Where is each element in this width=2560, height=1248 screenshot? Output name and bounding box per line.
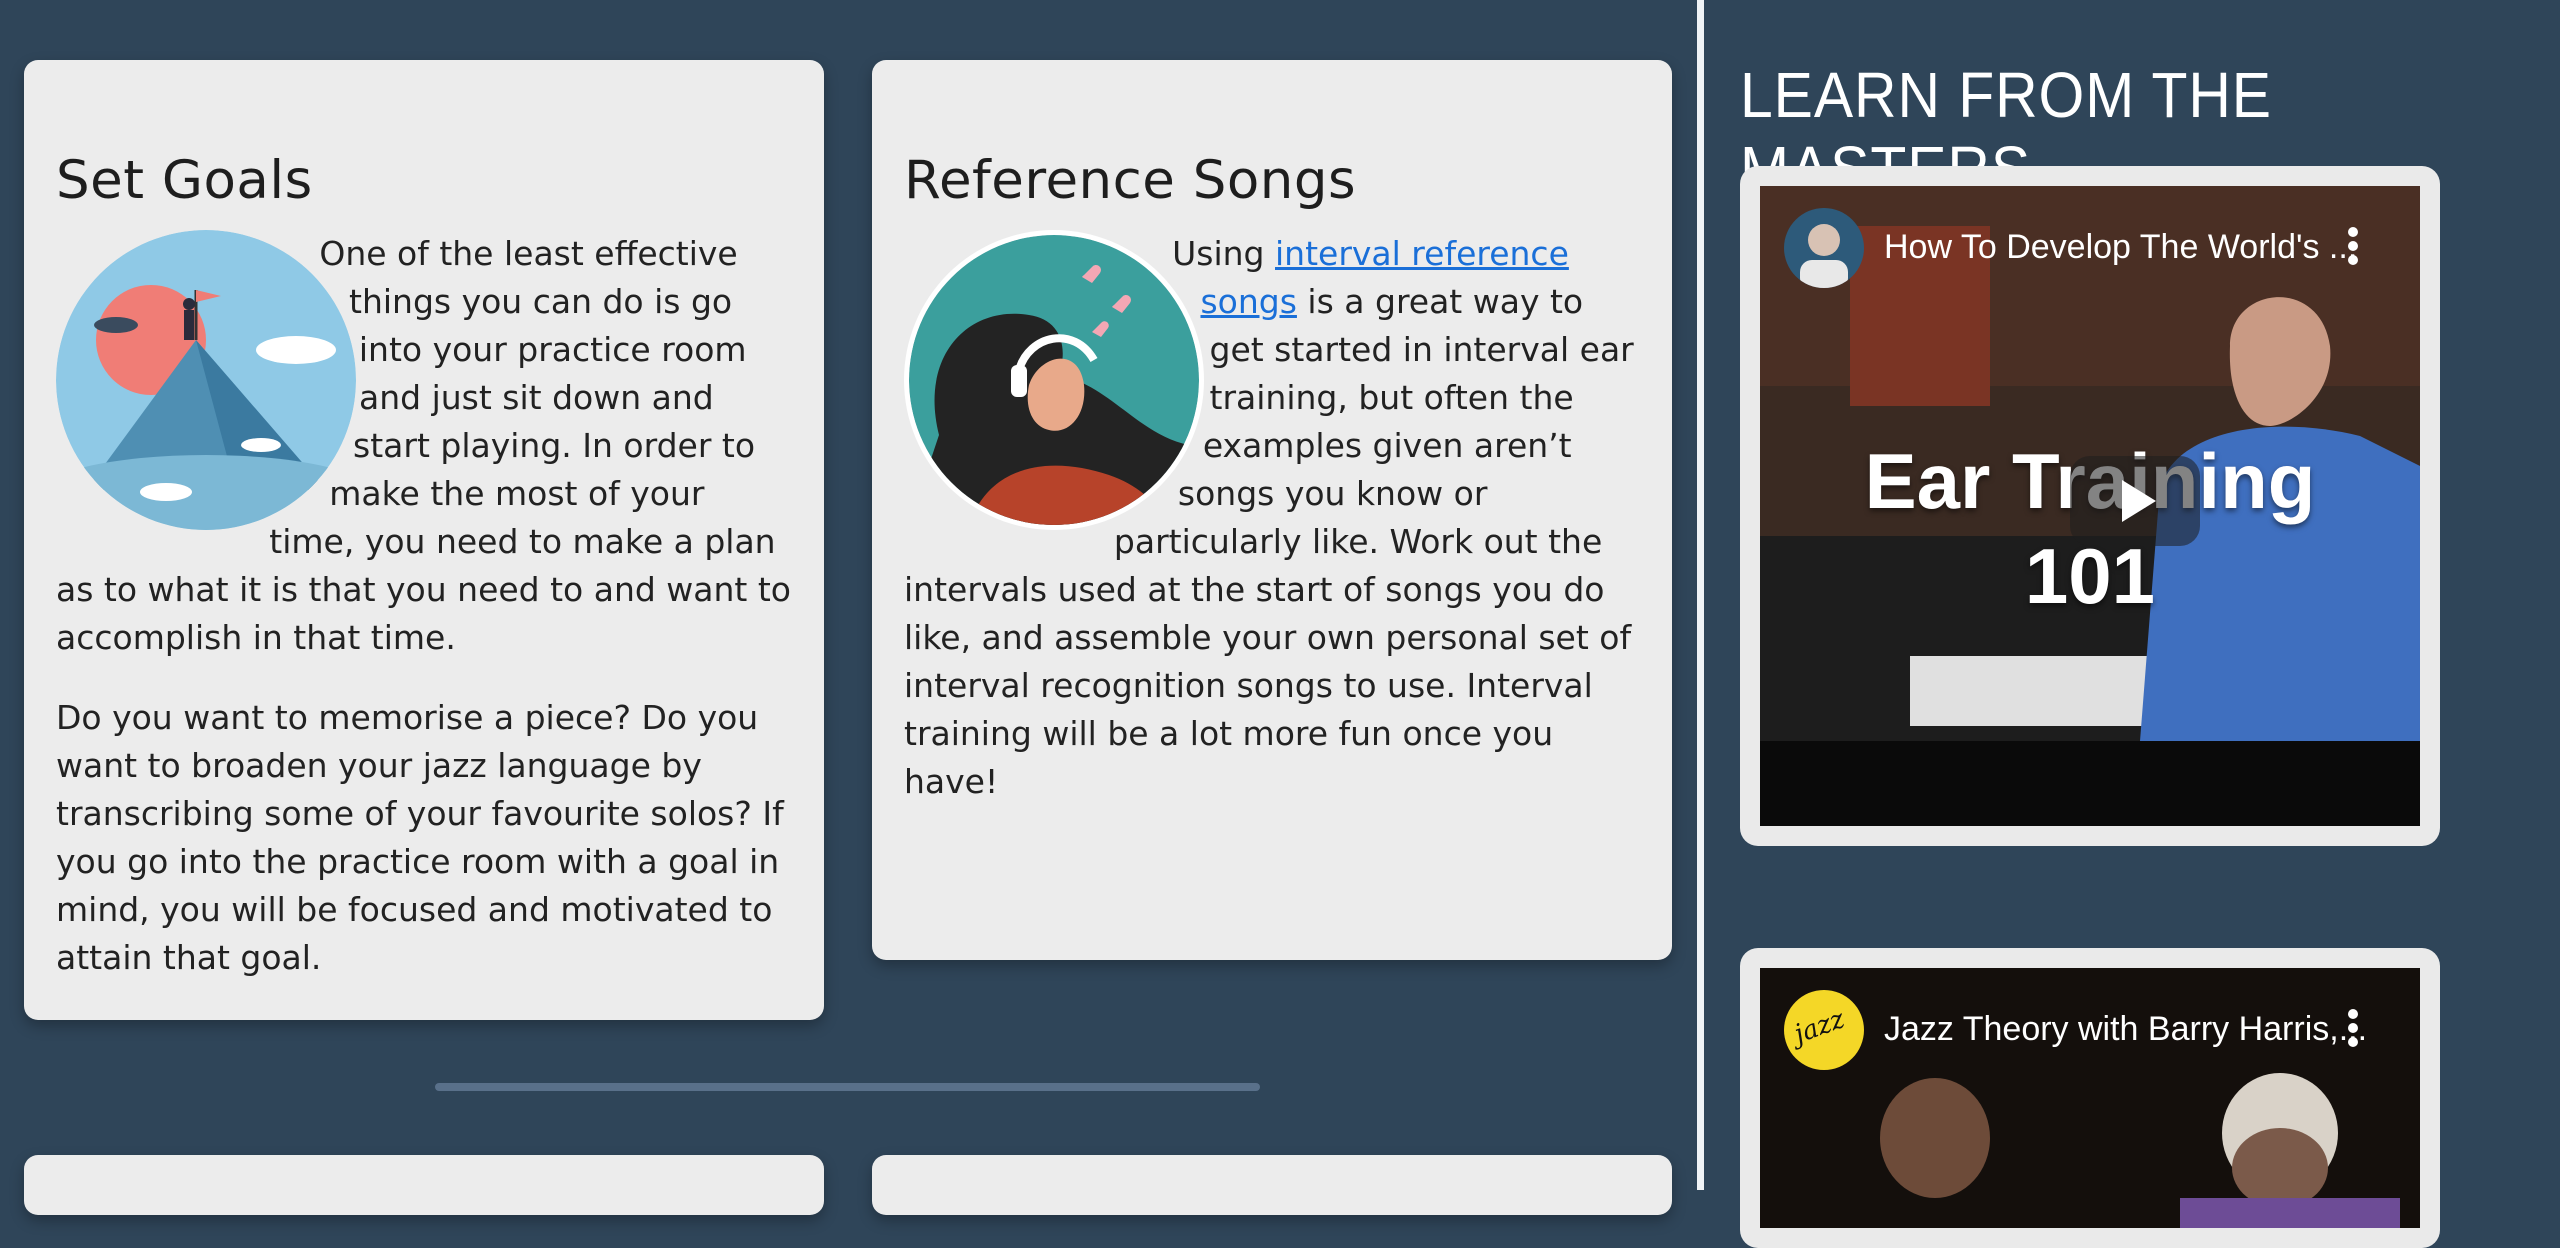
video-embed-2[interactable]: jazz Jazz Theory with Barry Harris,...: [1740, 948, 2440, 1248]
reference-text-before-link: Using: [1172, 234, 1275, 273]
next-card-right: [872, 1155, 1672, 1215]
column-divider: [1697, 0, 1704, 1190]
jazz-logo-icon[interactable]: jazz: [1784, 990, 1864, 1070]
more-options-icon-2[interactable]: [2346, 1008, 2360, 1052]
channel-avatar-icon[interactable]: [1784, 208, 1864, 288]
set-goals-paragraph-2: Do you want to memorise a piece? Do you …: [56, 698, 784, 977]
headphones-woman-illustration: [909, 235, 1199, 525]
more-options-icon[interactable]: [2346, 226, 2360, 270]
reference-songs-card: Reference Songs Using interval reference…: [872, 60, 1672, 960]
horizontal-scrollbar[interactable]: [435, 1083, 1260, 1091]
next-card-left: [24, 1155, 824, 1215]
video-1-title[interactable]: How To Develop The World's ...: [1884, 228, 2357, 267]
video-embed-1[interactable]: How To Develop The World's ... Ear Train…: [1740, 166, 2440, 846]
reference-songs-body: Using interval reference songs is a grea…: [904, 230, 1640, 838]
reference-songs-title: Reference Songs: [904, 150, 1357, 211]
jazz-logo-text: jazz: [1790, 1004, 1849, 1050]
mountain-goal-illustration: [56, 230, 356, 530]
video-player-1[interactable]: How To Develop The World's ... Ear Train…: [1760, 186, 2420, 826]
play-button-icon[interactable]: [2070, 456, 2200, 546]
video-player-2[interactable]: jazz Jazz Theory with Barry Harris,...: [1760, 968, 2420, 1228]
set-goals-title: Set Goals: [56, 150, 313, 211]
set-goals-card: Set Goals One of the least effective thi…: [24, 60, 824, 1020]
set-goals-body: One of the least effective things you ca…: [56, 230, 792, 1014]
video-2-title[interactable]: Jazz Theory with Barry Harris,...: [1884, 1010, 2367, 1049]
